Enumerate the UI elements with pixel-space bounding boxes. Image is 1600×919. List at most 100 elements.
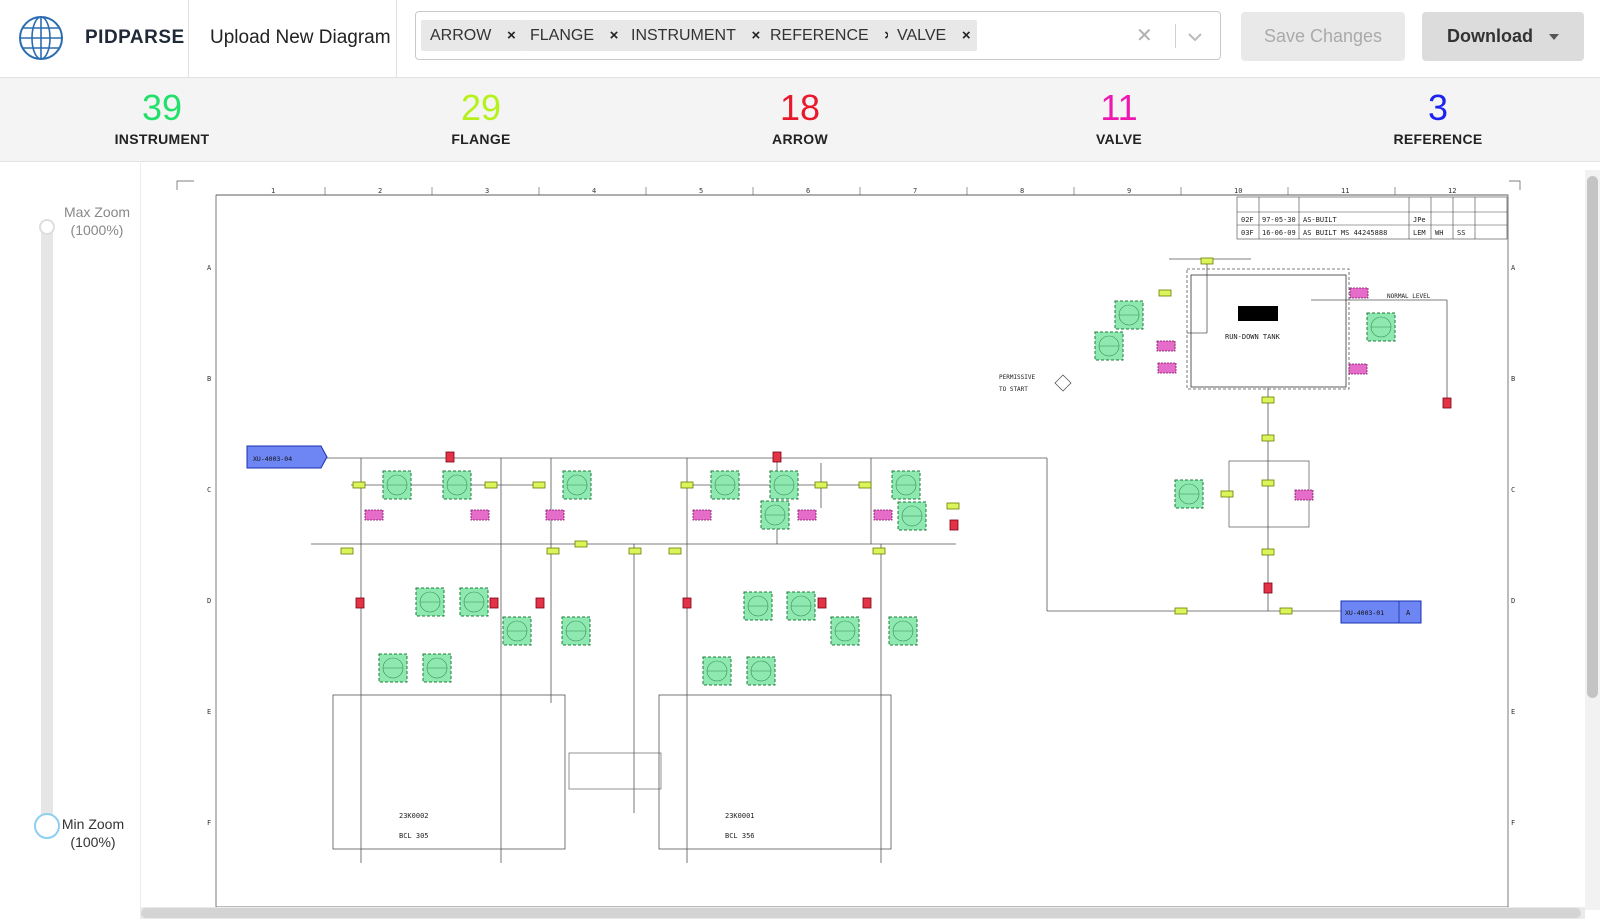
flange-detection[interactable] (680, 481, 694, 489)
rev-by: JPe (1413, 216, 1426, 224)
valve-detection[interactable] (545, 509, 565, 521)
valve-detection[interactable] (1156, 340, 1176, 352)
flange-detection[interactable] (858, 481, 872, 489)
flange-detection[interactable] (1220, 490, 1234, 498)
arrow-detection[interactable] (949, 519, 959, 531)
vertical-scrollbar[interactable] (1585, 170, 1600, 910)
flange-detection[interactable] (1158, 289, 1172, 297)
instrument-detection[interactable] (760, 500, 790, 530)
flange-detection[interactable] (1279, 607, 1293, 615)
valve-detection[interactable] (797, 509, 817, 521)
flange-detection[interactable] (1200, 257, 1214, 265)
valve-detection[interactable] (1348, 363, 1368, 375)
instrument-detection[interactable] (891, 470, 921, 500)
flange-detection[interactable] (532, 481, 546, 489)
horizontal-scrollbar[interactable] (141, 907, 1585, 919)
arrow-detection[interactable] (445, 451, 455, 463)
arrow-detection[interactable] (535, 597, 545, 609)
flange-detection[interactable] (1261, 479, 1275, 487)
flange-detection[interactable] (668, 547, 682, 555)
normal-level-label: NORMAL LEVEL (1387, 293, 1431, 300)
instrument-detection[interactable] (710, 470, 740, 500)
flange-detection[interactable] (352, 481, 366, 489)
instrument-detection[interactable] (562, 470, 592, 500)
horizontal-scroll-thumb[interactable] (141, 908, 1581, 918)
valve-detection[interactable] (1157, 362, 1177, 374)
stat-count: 18 (779, 87, 821, 128)
flange-detection[interactable] (546, 547, 560, 555)
valve-detection[interactable] (1349, 287, 1369, 299)
diagram-canvas[interactable]: 1 2 3 4 5 6 7 8 9 10 11 12 A A B B C C D D E E F F 02F 97-05-30… (141, 163, 1582, 907)
column-label: 9 (1127, 187, 1131, 195)
arrow-detection[interactable] (489, 597, 499, 609)
flange-detection[interactable] (814, 481, 828, 489)
row-label: B (207, 375, 211, 383)
zoom-slider-track[interactable] (41, 225, 53, 835)
instrument-detection[interactable] (382, 470, 412, 500)
instrument-detection[interactable] (888, 616, 918, 646)
instrument-detection[interactable] (442, 470, 472, 500)
machine-model: BCL 356 (725, 832, 755, 840)
flange-detection[interactable] (946, 502, 960, 510)
rev-checked: WH (1435, 229, 1443, 237)
stat-instrument: 39 INSTRUMENT (62, 88, 262, 148)
vertical-scroll-thumb[interactable] (1587, 176, 1598, 698)
remove-tag-icon[interactable]: × (500, 27, 522, 44)
arrow-detection[interactable] (817, 597, 827, 609)
arrow-detection[interactable] (355, 597, 365, 609)
flange-detection[interactable] (574, 540, 588, 548)
instrument-detection[interactable] (746, 656, 776, 686)
instrument-detection[interactable] (1114, 300, 1144, 330)
detections-layer[interactable] (340, 257, 1452, 686)
flange-detection[interactable] (1174, 607, 1188, 615)
instrument-detection[interactable] (1174, 479, 1204, 509)
stat-count: 3 (1427, 87, 1449, 128)
arrow-detection[interactable] (682, 597, 692, 609)
instrument-detection[interactable] (422, 653, 452, 683)
arrow-detection[interactable] (1263, 582, 1273, 594)
valve-detection[interactable] (692, 509, 712, 521)
arrow-detection[interactable] (772, 451, 782, 463)
stat-reference: 3 REFERENCE (1338, 87, 1538, 148)
instrument-detection[interactable] (786, 591, 816, 621)
remove-tag-icon[interactable]: × (955, 27, 977, 44)
upload-new-diagram-link[interactable]: Upload New Diagram (210, 27, 391, 49)
valve-detection[interactable] (1294, 489, 1314, 501)
flange-detection[interactable] (628, 547, 642, 555)
instrument-detection[interactable] (702, 656, 732, 686)
app-brand[interactable]: PIDPARSE (85, 27, 185, 49)
valve-detection[interactable] (364, 509, 384, 521)
download-button[interactable]: Download (1422, 12, 1584, 61)
instrument-detection[interactable] (1094, 331, 1124, 361)
instrument-detection[interactable] (378, 653, 408, 683)
arrow-detection[interactable] (1442, 397, 1452, 409)
instrument-detection[interactable] (830, 616, 860, 646)
arrow-detection[interactable] (862, 597, 872, 609)
pid-diagram[interactable]: 1 2 3 4 5 6 7 8 9 10 11 12A AB BC CD DE EF F 02F 97-05-30… (141, 163, 1582, 907)
caret-down-icon (1549, 33, 1559, 40)
instrument-detection[interactable] (561, 616, 591, 646)
instrument-detection[interactable] (743, 591, 773, 621)
column-label: 7 (913, 187, 917, 195)
flange-detection[interactable] (484, 481, 498, 489)
save-changes-button[interactable]: Save Changes (1241, 12, 1405, 61)
class-filter-select[interactable]: ARROW × FLANGE × INSTRUMENT × REFERENCE … (415, 11, 1221, 60)
instrument-detection[interactable] (897, 501, 927, 531)
flange-detection[interactable] (1261, 434, 1275, 442)
instrument-detection[interactable] (502, 616, 532, 646)
instrument-detection[interactable] (769, 470, 799, 500)
clear-all-icon[interactable]: ✕ (1136, 23, 1153, 48)
valve-detection[interactable] (470, 509, 490, 521)
flange-detection[interactable] (340, 547, 354, 555)
flange-detection[interactable] (1261, 548, 1275, 556)
flange-detection[interactable] (872, 547, 886, 555)
min-zoom-label: Min Zoom (100%) (61, 816, 125, 850)
rev-id: 03F (1241, 229, 1254, 237)
machine-tag: 23K0002 (399, 812, 429, 820)
valve-detection[interactable] (873, 509, 893, 521)
instrument-detection[interactable] (1366, 312, 1396, 342)
flange-detection[interactable] (1261, 396, 1275, 404)
instrument-detection[interactable] (415, 587, 445, 617)
instrument-detection[interactable] (459, 587, 489, 617)
chevron-down-icon[interactable] (1183, 25, 1207, 49)
